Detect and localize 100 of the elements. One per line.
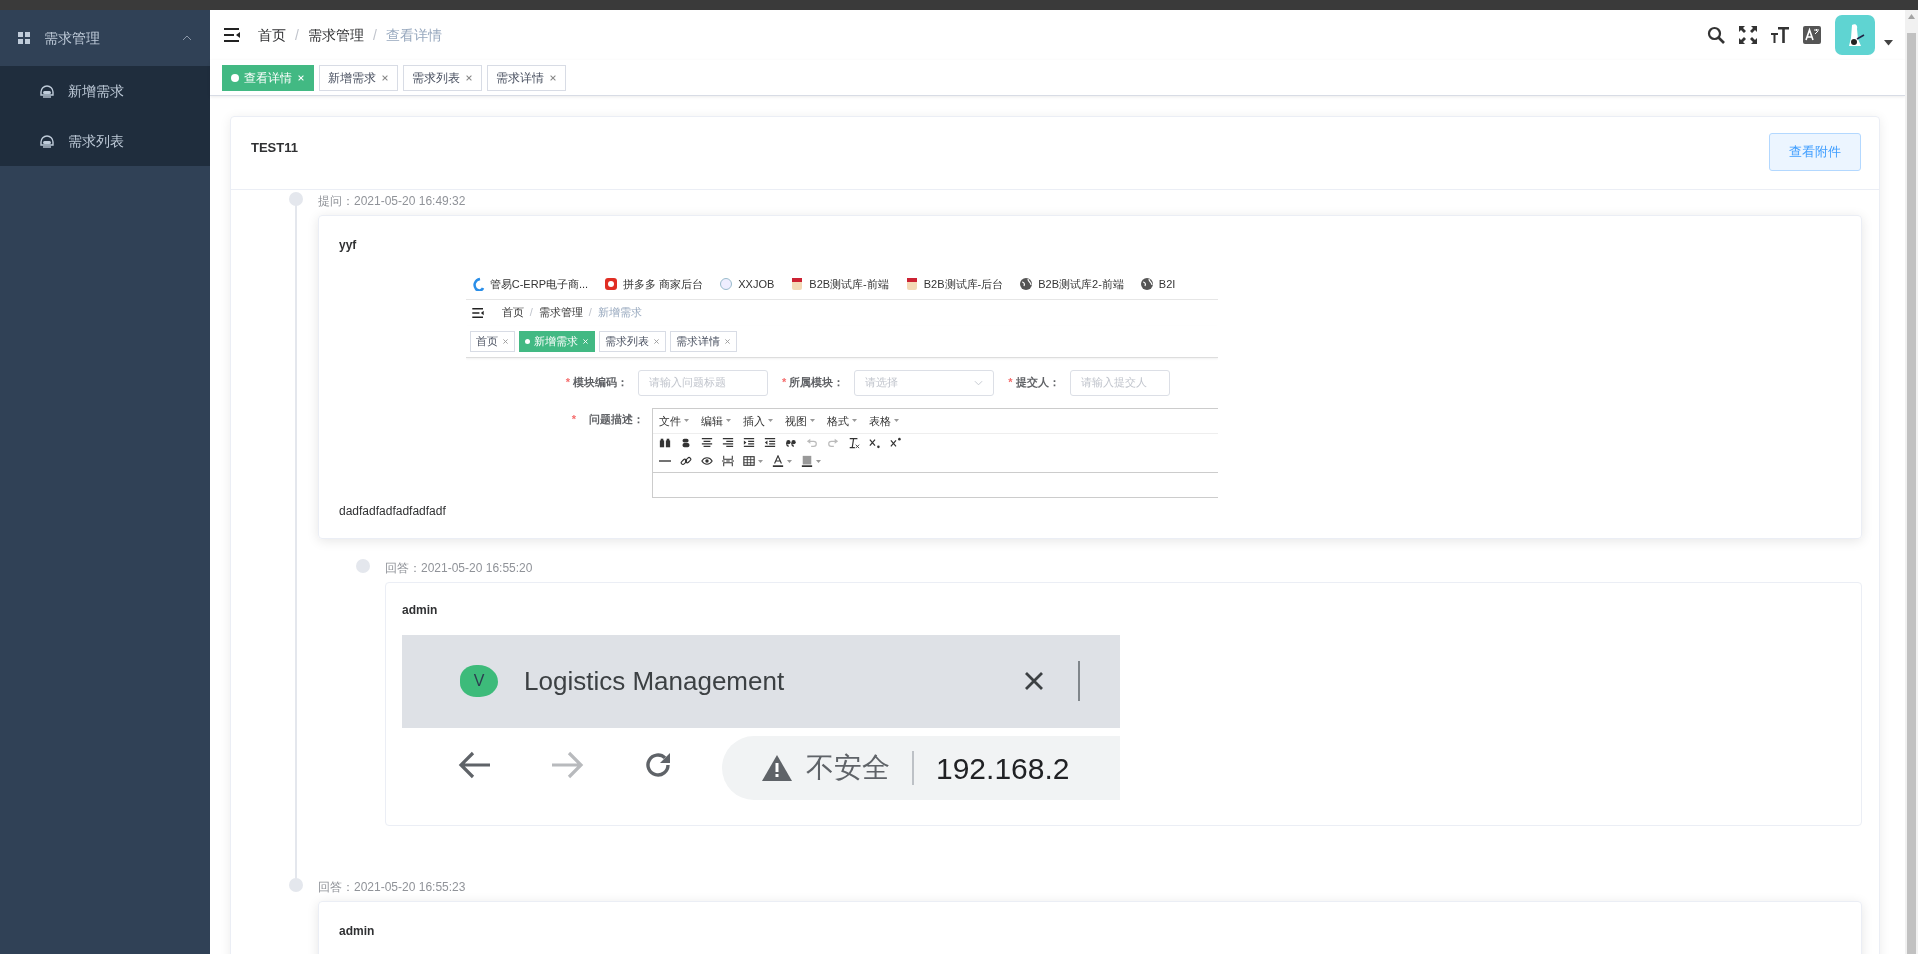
caret-icon bbox=[810, 419, 816, 423]
align-center-icon[interactable] bbox=[701, 437, 714, 449]
menu-item[interactable]: 需求列表 bbox=[0, 116, 210, 166]
scrollbar-thumb[interactable] bbox=[1907, 33, 1916, 954]
browser-tab-logo: V bbox=[460, 665, 498, 697]
menu-icon[interactable] bbox=[224, 28, 240, 42]
avatar[interactable] bbox=[1835, 15, 1875, 55]
menu-item[interactable]: 表格 bbox=[869, 412, 900, 429]
highlight-icon[interactable] bbox=[801, 455, 814, 467]
security-label: 不安全 bbox=[806, 751, 890, 785]
bookmark[interactable]: 管易C-ERP电子商... bbox=[470, 275, 589, 293]
close-icon[interactable] bbox=[1024, 671, 1044, 691]
helmet-icon bbox=[40, 134, 54, 148]
author-name: admin bbox=[402, 601, 438, 619]
menu-item[interactable]: 编辑 bbox=[701, 412, 732, 429]
caret-icon bbox=[726, 419, 732, 423]
bookmark-icon bbox=[470, 277, 485, 291]
menu-item[interactable]: 插入 bbox=[743, 412, 774, 429]
menu-icon[interactable] bbox=[471, 307, 484, 318]
tab[interactable]: 需求详情 bbox=[487, 64, 566, 91]
superscript-icon[interactable] bbox=[890, 437, 903, 449]
url-text: 192.168.2 bbox=[936, 750, 1070, 787]
status-dot bbox=[231, 73, 239, 82]
timeline-timestamp: 回答：2021-05-20 16:55:23 bbox=[318, 878, 466, 896]
breadcrumb-link[interactable]: 首页 bbox=[258, 24, 286, 46]
chevron-icon[interactable] bbox=[182, 35, 192, 41]
address-bar[interactable]: 不安全 192.168.2 bbox=[722, 736, 1120, 800]
bookmark[interactable]: B2B测试库-后台 bbox=[904, 275, 1004, 293]
font-size-icon[interactable] bbox=[1771, 26, 1789, 44]
bookmark-icon bbox=[604, 277, 619, 291]
caret-icon bbox=[852, 419, 858, 423]
back-icon[interactable] bbox=[458, 751, 492, 779]
bookmark-icon bbox=[904, 277, 919, 291]
message-text: dadfadfadfadfadfadf bbox=[339, 502, 446, 520]
field-label: * 提交人： bbox=[1008, 375, 1060, 391]
tab[interactable]: 需求列表 bbox=[403, 64, 482, 91]
breadcrumb-separator: / bbox=[295, 25, 299, 45]
menu-item[interactable]: 文件 bbox=[659, 412, 690, 429]
align-right-icon[interactable] bbox=[722, 437, 735, 449]
bookmark-icon bbox=[1019, 277, 1034, 291]
bookmark[interactable]: B2I bbox=[1139, 275, 1176, 293]
author-name: yyf bbox=[339, 236, 357, 254]
browser-tab-title: Logistics Management bbox=[524, 664, 786, 698]
field-label: * 模块编码： bbox=[565, 375, 629, 391]
bookmark[interactable]: B2B测试库-前端 bbox=[790, 275, 889, 293]
menu-item[interactable]: 新增需求 bbox=[0, 66, 210, 116]
timeline-timestamp: 回答：2021-05-20 16:55:20 bbox=[385, 559, 533, 577]
status-dot bbox=[524, 338, 530, 344]
helmet-icon bbox=[40, 84, 54, 98]
breadcrumb-separator: / bbox=[372, 25, 377, 45]
caret-icon[interactable] bbox=[1884, 40, 1893, 46]
breadcrumb-link[interactable]: 需求管理 bbox=[538, 304, 583, 321]
caret-icon bbox=[894, 419, 900, 423]
menu-item[interactable]: 视图 bbox=[785, 412, 816, 429]
field-label: * 问题描述： bbox=[571, 411, 645, 427]
rich-text-editor[interactable]: 文件 编辑 插入 视图 格式 表格 bbox=[652, 407, 1218, 498]
breadcrumb-link[interactable]: 首页 bbox=[501, 304, 524, 321]
breadcrumb-link[interactable]: 需求管理 bbox=[307, 24, 364, 46]
bookmark-icon bbox=[719, 277, 734, 291]
breadcrumb-current: 查看详情 bbox=[385, 25, 442, 45]
fullscreen-icon[interactable] bbox=[1739, 26, 1757, 44]
detail-title: TEST11 bbox=[251, 139, 298, 157]
page-break-icon[interactable] bbox=[722, 455, 735, 467]
table-icon[interactable] bbox=[743, 455, 756, 467]
caret-icon bbox=[684, 419, 690, 423]
timeline-dot bbox=[289, 191, 303, 206]
link-icon[interactable] bbox=[680, 455, 693, 467]
tab[interactable]: 新增需求 bbox=[319, 64, 398, 91]
breadcrumb-current: 新增需求 bbox=[597, 305, 642, 321]
caret-icon bbox=[768, 419, 774, 423]
timeline-timestamp: 提问：2021-05-20 16:49:32 bbox=[318, 192, 466, 210]
bookmark-icon bbox=[790, 277, 805, 291]
translate-icon[interactable] bbox=[1803, 26, 1821, 44]
menu-item[interactable]: 格式 bbox=[827, 412, 858, 429]
timeline-dot bbox=[356, 558, 370, 573]
bookmark-icon bbox=[1139, 277, 1154, 291]
timeline-dot bbox=[289, 877, 303, 892]
warning-icon bbox=[762, 755, 792, 781]
bookmark[interactable]: 拼多多 商家后台 bbox=[604, 275, 704, 293]
breadcrumb-separator: / bbox=[588, 305, 592, 321]
tab[interactable]: 首页 bbox=[469, 330, 515, 352]
text-color-icon[interactable] bbox=[772, 455, 785, 467]
indent-icon[interactable] bbox=[743, 437, 756, 449]
author-name: admin bbox=[339, 922, 375, 940]
grid-icon bbox=[18, 32, 30, 44]
scrollbar[interactable] bbox=[1905, 10, 1918, 954]
search-icon[interactable] bbox=[1707, 26, 1725, 44]
menu-group[interactable]: 需求管理 bbox=[0, 10, 210, 66]
field-label: * 所属模块： bbox=[782, 375, 845, 391]
clear-format-icon[interactable] bbox=[848, 437, 861, 449]
bookmark[interactable]: XXJOB bbox=[719, 275, 775, 293]
tab[interactable]: 需求详情 bbox=[669, 330, 737, 352]
bookmark[interactable]: B2B测试库2-前端 bbox=[1019, 275, 1124, 293]
outdent-icon[interactable] bbox=[764, 437, 777, 449]
subscript-icon[interactable] bbox=[869, 437, 882, 449]
find-icon[interactable] bbox=[659, 437, 672, 449]
tab[interactable]: 需求列表 bbox=[598, 330, 666, 352]
breadcrumb-separator: / bbox=[529, 305, 533, 321]
quote-icon[interactable] bbox=[785, 437, 798, 449]
preview-icon[interactable] bbox=[701, 455, 714, 467]
